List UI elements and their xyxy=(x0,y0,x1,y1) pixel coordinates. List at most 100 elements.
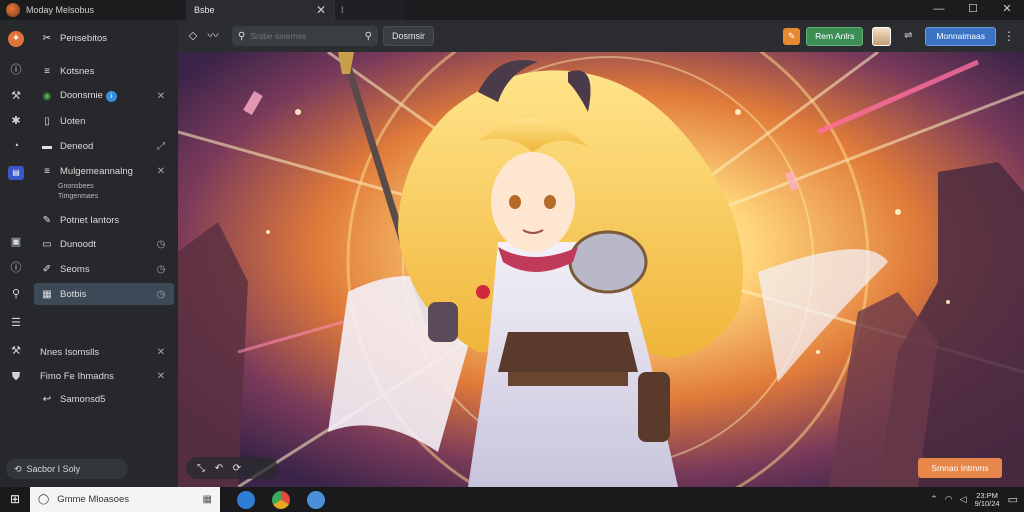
sidebar-item-botbis[interactable]: ▦ Botbis ◷ xyxy=(34,283,174,305)
tab-close-icon[interactable]: ✕ xyxy=(316,3,326,17)
avatar[interactable] xyxy=(872,26,892,46)
palette-icon[interactable]: ◔ xyxy=(8,138,24,154)
tools-icon[interactable]: ⚒ xyxy=(8,343,24,359)
sidebar-item-dunoodt[interactable]: ▭ Dunoodt ◷ xyxy=(34,233,174,255)
sidebar-item-label: Seoms xyxy=(60,263,90,275)
close-icon[interactable]: ✕ xyxy=(154,347,168,358)
folder-icon: ▬ xyxy=(42,140,52,152)
expand-icon[interactable]: ⤢ xyxy=(154,141,168,152)
primary-action-button[interactable]: Monnaimaas xyxy=(925,26,996,46)
sidebar-item-potnet-iantors[interactable]: ✎ Potnet Iantors xyxy=(34,209,174,231)
canvas-controls: ⤡ ↶ ⟳ xyxy=(186,457,278,479)
sidebar-item-label: Mulgemeannalng xyxy=(60,165,133,177)
sidebar: ✦ ⓘ ⚒ ✱ ◔ ▤ ▣ ⓘ ⚲ ☰ ⚒ ⛊ ✂ Pensebitos ≡ K… xyxy=(0,20,178,487)
more-icon[interactable]: ⋮ xyxy=(1002,29,1016,43)
tab-secondary[interactable]: I xyxy=(334,0,404,20)
grid-icon: ▦ xyxy=(42,288,52,300)
chrome-app-icon[interactable] xyxy=(272,490,290,509)
minimize-icon[interactable]: — xyxy=(922,0,956,20)
edit-icon: ✐ xyxy=(42,263,52,275)
sidebar-item-label: Dunoodt xyxy=(60,238,96,250)
clock-icon[interactable]: ◷ xyxy=(154,289,168,300)
close-icon[interactable]: ✕ xyxy=(154,166,168,177)
tab-active[interactable]: Bsbe ✕ xyxy=(186,0,334,20)
title-bar: Moday Melsobus Bsbe ✕ I — ☐ ✕ xyxy=(0,0,1024,20)
search-box[interactable]: ⚲ ⚲ xyxy=(232,26,378,46)
wave-tool-icon[interactable]: 〰 xyxy=(204,27,222,45)
wrench-icon[interactable]: ⚒ xyxy=(8,88,24,104)
diamond-tool-icon[interactable]: ◇ xyxy=(184,27,202,45)
chat-icon[interactable]: ▤ xyxy=(8,164,24,180)
window-icon: ▭ xyxy=(42,238,52,250)
search-tool-icon[interactable]: ⚲ xyxy=(8,286,24,302)
sidebar-item-kotsnes[interactable]: ≡ Kotsnes xyxy=(34,60,174,82)
puzzle-icon[interactable]: ✱ xyxy=(8,113,24,129)
sidebar-item-uoten[interactable]: ▯ Uoten xyxy=(34,110,174,132)
search-icon: ◯ xyxy=(38,494,50,505)
artwork-image xyxy=(178,52,1024,487)
sidebar-item-fimo-fe-ihmadns[interactable]: Fimo Fe Ihmadns ✕ xyxy=(34,365,174,387)
sidebar-item-samonsd5[interactable]: ↩ Samonsd5 xyxy=(34,388,174,410)
pencil-icon: ✎ xyxy=(42,214,52,226)
icon-rail: ✦ ⓘ ⚒ ✱ ◔ ▤ ▣ ⓘ ⚲ ☰ ⚒ ⛊ xyxy=(0,20,32,487)
network-icon[interactable]: ◠ xyxy=(945,494,953,505)
system-tray: ⌃ ◠ ◁ 23:PM 9/10/24 ▭ xyxy=(923,487,1018,512)
clock-icon[interactable]: ◷ xyxy=(154,264,168,275)
sidebar-item-label: Nnes Isomslls xyxy=(40,346,100,358)
clock-icon[interactable]: ◷ xyxy=(154,239,168,250)
shield-icon[interactable]: ⛊ xyxy=(8,369,24,385)
app-title: Moday Melsobus xyxy=(26,5,95,15)
share-icon[interactable]: ⇌ xyxy=(899,27,917,45)
app-logo-icon xyxy=(6,3,20,17)
sidebar-item-label: Samonsd5 xyxy=(60,393,106,405)
close-window-icon[interactable]: ✕ xyxy=(990,0,1024,20)
sidebar-item-label: Doonsmie i xyxy=(60,90,154,102)
sidebar-item-label: Uoten xyxy=(60,115,86,127)
volume-icon[interactable]: ◁ xyxy=(960,494,967,505)
stack-icon[interactable]: ☰ xyxy=(8,315,24,331)
taskbar-search-label: Gmme Mloasoes xyxy=(57,494,130,505)
panel-icon[interactable]: ▣ xyxy=(8,234,24,250)
search-button[interactable]: Dosmsir xyxy=(383,26,434,46)
clock[interactable]: 23:PM 9/10/24 xyxy=(975,491,1000,508)
edge-app-icon[interactable] xyxy=(237,490,255,509)
info-circle-icon[interactable]: ⓘ xyxy=(8,260,24,276)
fit-view-icon[interactable]: ⤡ xyxy=(192,463,210,474)
sidebar-item-nnes-isomslls[interactable]: Nnes Isomslls ✕ xyxy=(34,341,174,363)
maximize-icon[interactable]: ☐ xyxy=(956,0,990,20)
sidebar-item-seoms[interactable]: ✐ Seoms ◷ xyxy=(34,258,174,280)
browser-app-icon[interactable] xyxy=(307,490,325,509)
undo-icon: ↩ xyxy=(42,393,52,405)
task-view-icon[interactable]: ▦ xyxy=(203,494,212,505)
document-icon: ▯ xyxy=(44,115,50,127)
search-icon: ⚲ xyxy=(238,30,246,42)
toolbar-right: ✎ Rem Anlrs ⇌ Monnaimaas ⋮ xyxy=(783,26,1016,46)
sidebar-subline: Timgenmaes xyxy=(58,193,99,200)
notification-icon[interactable]: ▭ xyxy=(1008,493,1018,506)
search-input[interactable] xyxy=(250,31,365,41)
taskbar: ⊞ ◯ Gmme Mloasoes ▦ ⌃ ◠ ◁ 23:PM 9/10/24 … xyxy=(0,487,1024,512)
status-pill[interactable]: ⟲ Sacbor I Soly xyxy=(6,459,128,479)
info-icon[interactable]: ⓘ xyxy=(8,62,24,78)
search-submit-icon[interactable]: ⚲ xyxy=(365,31,372,42)
sidebar-item-label: Kotsnes xyxy=(60,65,95,77)
taskbar-search[interactable]: ◯ Gmme Mloasoes ▦ xyxy=(30,487,220,512)
sidebar-item-pensebitos[interactable]: ✂ Pensebitos xyxy=(34,27,174,49)
refresh-icon[interactable]: ⟳ xyxy=(228,463,246,474)
canvas-cta-button[interactable]: Smnao Intmms xyxy=(918,458,1002,478)
close-icon[interactable]: ✕ xyxy=(154,371,168,382)
chevron-up-icon[interactable]: ⌃ xyxy=(930,494,938,505)
orange-tool-icon[interactable]: ✎ xyxy=(783,27,801,45)
sidebar-item-mulgemeannalng[interactable]: ≡ Mulgemeannalng ✕ xyxy=(34,160,174,182)
app-orange-icon[interactable]: ✦ xyxy=(8,30,24,47)
close-icon[interactable]: ✕ xyxy=(154,91,168,102)
sidebar-item-deneod[interactable]: ▬ Deneod ⤢ xyxy=(34,135,174,157)
sidebar-subline: Gnonsbees xyxy=(58,183,94,190)
green-action-button[interactable]: Rem Anlrs xyxy=(806,26,864,46)
rotate-icon[interactable]: ↶ xyxy=(210,463,228,474)
windows-start-icon[interactable]: ⊞ xyxy=(0,487,30,512)
sidebar-item-doonsmie[interactable]: ◉ Doonsmie i ✕ xyxy=(34,85,174,107)
status-icon: ⟲ xyxy=(14,463,22,474)
sidebar-item-label: Potnet Iantors xyxy=(60,214,120,226)
sidebar-item-label: Pensebitos xyxy=(60,32,108,44)
